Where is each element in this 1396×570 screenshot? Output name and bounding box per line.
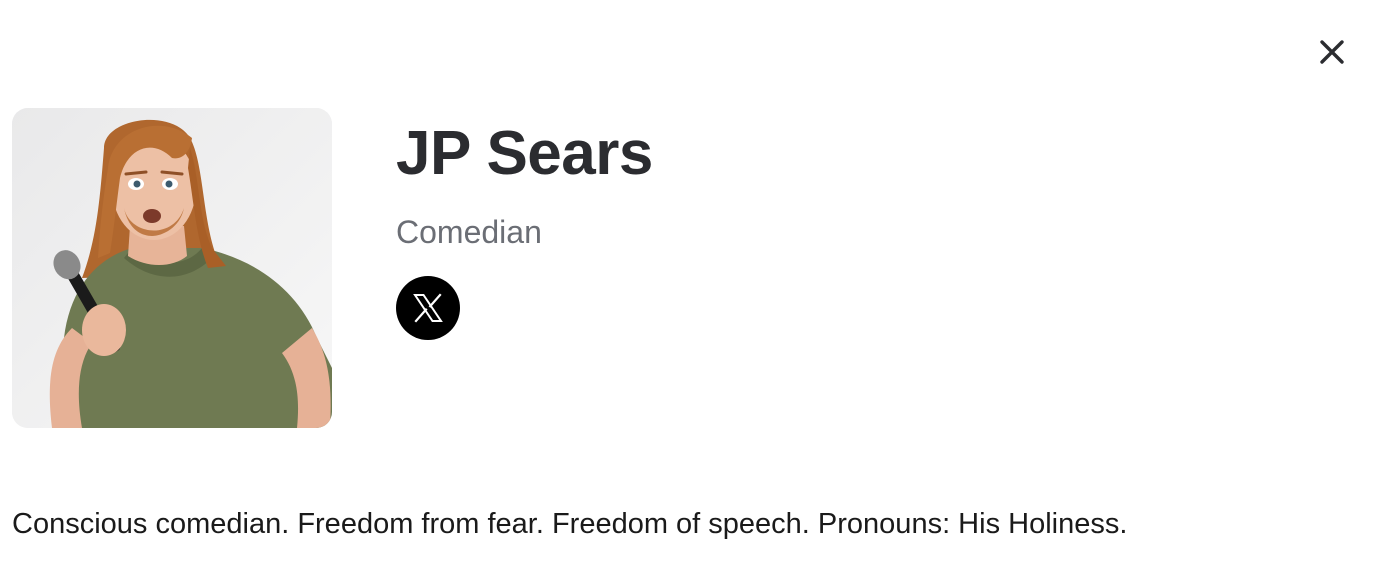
profile-bio: Conscious comedian. Freedom from fear. F…	[12, 508, 1128, 540]
x-logo-icon	[413, 293, 443, 323]
person-photo	[12, 108, 332, 428]
x-social-link[interactable]	[396, 276, 460, 340]
profile-info: JP Sears Comedian	[396, 118, 1296, 340]
close-icon	[1320, 40, 1344, 64]
profile-name: JP Sears	[396, 119, 653, 188]
profile-modal: JP Sears Comedian Conscious comedian. Fr…	[0, 0, 1396, 570]
close-button[interactable]	[1312, 32, 1352, 72]
profile-role: Comedian	[396, 214, 542, 250]
profile-photo	[12, 108, 332, 428]
